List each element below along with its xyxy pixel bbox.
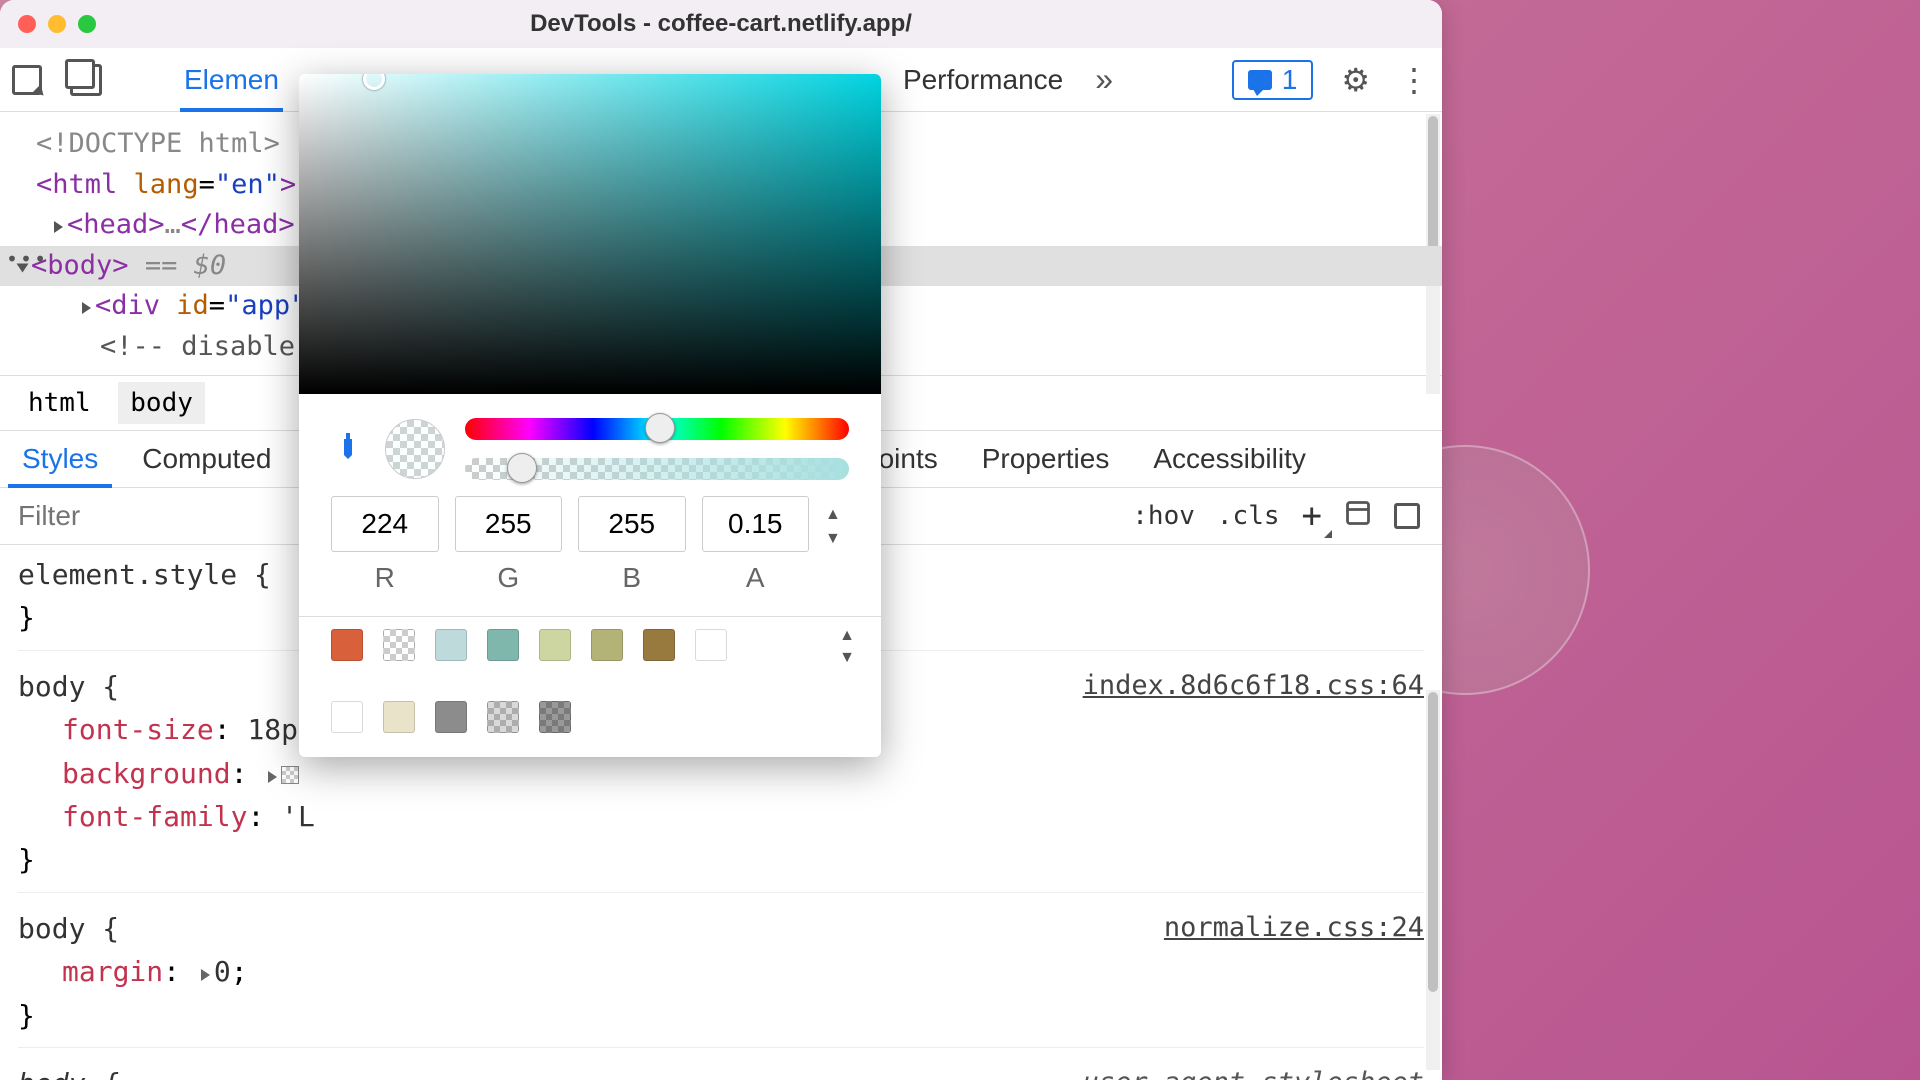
hov-toggle[interactable]: :hov: [1132, 501, 1195, 531]
inspect-element-icon[interactable]: [12, 65, 42, 95]
eyedropper-icon[interactable]: [324, 425, 372, 473]
issues-count: 1: [1282, 64, 1298, 96]
subtab-computed[interactable]: Computed: [120, 431, 293, 487]
source-ua: user agent stylesheet: [1083, 1062, 1424, 1080]
source-link-index[interactable]: index.8d6c6f18.css:64: [1083, 665, 1424, 707]
more-tabs-icon[interactable]: »: [1095, 61, 1105, 98]
hue-handle[interactable]: [645, 413, 675, 443]
swatch[interactable]: [695, 629, 727, 661]
swatch[interactable]: [331, 701, 363, 733]
prop-margin[interactable]: margin: [62, 955, 163, 988]
prop-font-size[interactable]: font-size: [62, 713, 214, 746]
g-input[interactable]: [455, 496, 563, 552]
alpha-handle[interactable]: [507, 453, 537, 483]
brace-close: }: [18, 994, 1424, 1037]
swatch[interactable]: [383, 629, 415, 661]
subtab-styles[interactable]: Styles: [0, 431, 120, 487]
more-styles-icon[interactable]: [1394, 503, 1420, 529]
new-style-rule-button[interactable]: +: [1302, 496, 1322, 536]
swatch[interactable]: [487, 629, 519, 661]
tab-performance[interactable]: Performance: [899, 50, 1067, 110]
r-label: R: [331, 562, 439, 594]
computed-styles-icon[interactable]: [1344, 499, 1372, 534]
color-mode-switch[interactable]: ▲▼: [825, 506, 849, 548]
tab-elements[interactable]: Elemen: [180, 50, 283, 110]
g-label: G: [455, 562, 563, 594]
issues-badge[interactable]: 1: [1232, 60, 1314, 100]
crumb-html[interactable]: html: [16, 382, 103, 424]
a-input[interactable]: [702, 496, 810, 552]
device-toolbar-icon[interactable]: [70, 64, 102, 96]
subtab-properties[interactable]: Properties: [960, 431, 1132, 487]
b-input[interactable]: [578, 496, 686, 552]
devtools-window: DevTools - coffee-cart.netlify.app/ Elem…: [0, 0, 1442, 1080]
styles-scrollbar[interactable]: [1426, 690, 1440, 1070]
expand-icon[interactable]: [201, 969, 210, 981]
divider: [299, 616, 881, 617]
rule-body-ua[interactable]: user agent stylesheet body { display: bl…: [18, 1062, 1424, 1080]
settings-icon[interactable]: ⚙: [1341, 61, 1370, 99]
r-input[interactable]: [331, 496, 439, 552]
hue-slider[interactable]: [465, 418, 849, 440]
titlebar: DevTools - coffee-cart.netlify.app/: [0, 0, 1442, 48]
b-label: B: [578, 562, 686, 594]
subtab-accessibility[interactable]: Accessibility: [1131, 431, 1327, 487]
swatch[interactable]: [539, 701, 571, 733]
alpha-slider[interactable]: [465, 458, 849, 480]
crumb-body[interactable]: body: [118, 382, 205, 424]
palette-switch[interactable]: ▲▼: [839, 627, 855, 667]
color-picker: R G B A ▲▼ ▲▼: [299, 74, 881, 757]
color-swatch-icon[interactable]: [281, 766, 299, 784]
color-preview: [385, 419, 445, 479]
swatch[interactable]: [643, 629, 675, 661]
swatch-palette: ▲▼: [299, 629, 881, 757]
cls-toggle[interactable]: .cls: [1217, 501, 1280, 531]
swatch[interactable]: [435, 701, 467, 733]
message-icon: [1248, 70, 1272, 90]
window-title: DevTools - coffee-cart.netlify.app/: [0, 10, 1442, 38]
swatch[interactable]: [539, 629, 571, 661]
swatch[interactable]: [487, 701, 519, 733]
rule-body-normalize[interactable]: normalize.css:24 body { margin: 0; }: [18, 907, 1424, 1048]
prop-font-family[interactable]: font-family: [62, 800, 247, 833]
swatch[interactable]: [435, 629, 467, 661]
sv-handle[interactable]: [363, 74, 385, 90]
a-label: A: [702, 562, 810, 594]
brace-close: }: [18, 838, 1424, 881]
expand-icon[interactable]: [268, 771, 277, 783]
swatch[interactable]: [591, 629, 623, 661]
prop-background[interactable]: background: [62, 757, 231, 790]
swatch[interactable]: [331, 629, 363, 661]
more-menu-icon[interactable]: ⋮: [1398, 61, 1430, 99]
swatch[interactable]: [383, 701, 415, 733]
saturation-value-field[interactable]: [299, 74, 881, 394]
source-link-normalize[interactable]: normalize.css:24: [1164, 907, 1424, 949]
